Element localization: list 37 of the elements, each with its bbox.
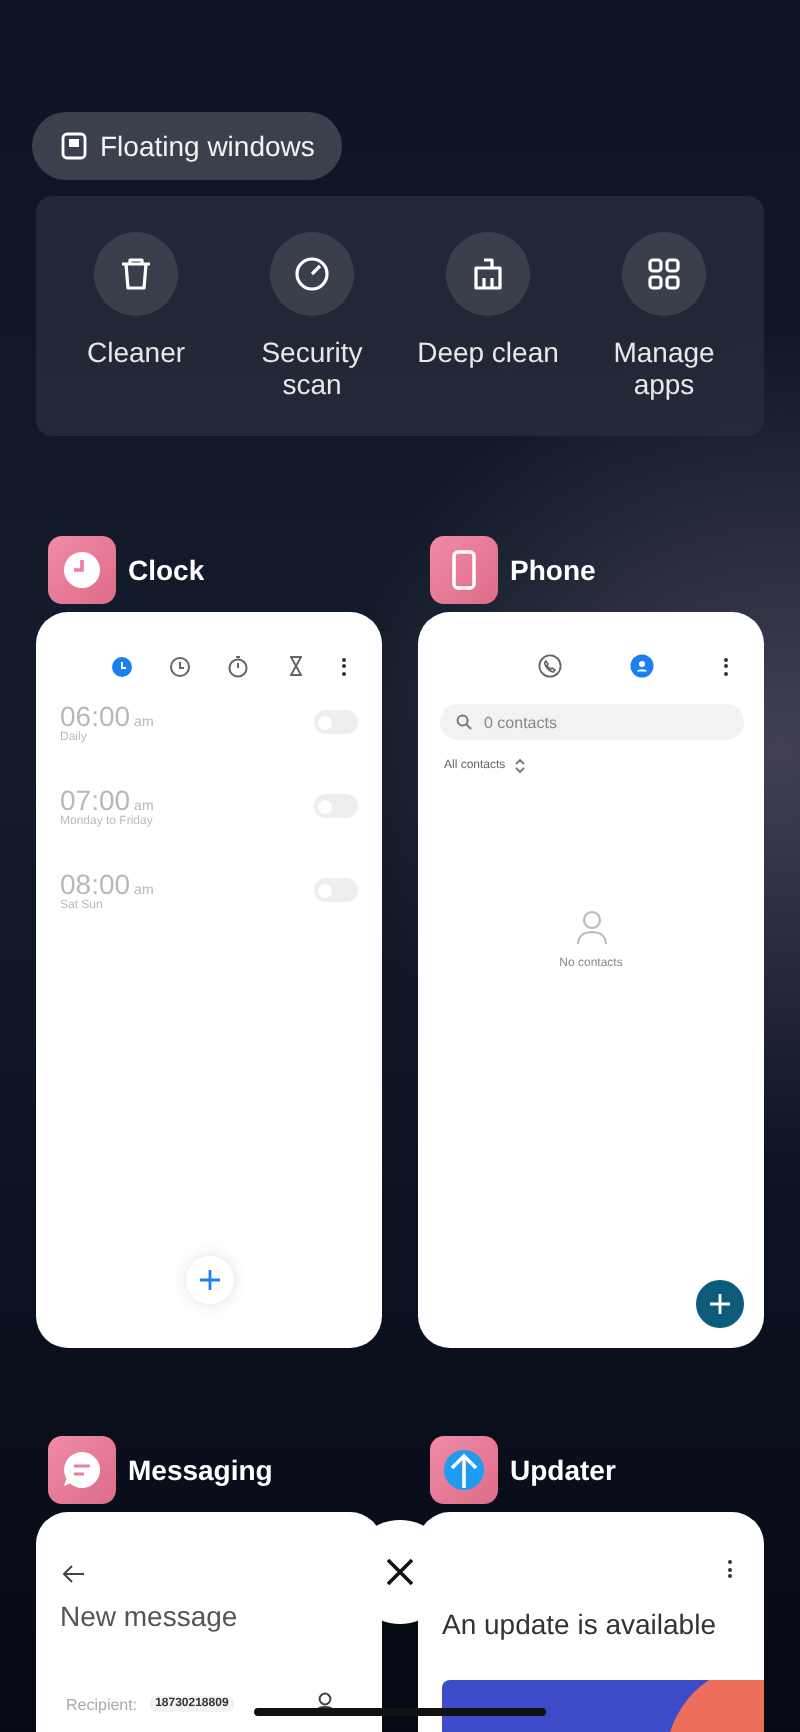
- add-button[interactable]: [696, 1280, 744, 1328]
- screen-title: An update is available: [442, 1608, 718, 1640]
- sort-icon: [513, 758, 526, 774]
- clock-app-icon[interactable]: [48, 536, 116, 604]
- quick-action-button[interactable]: Cleaner: [48, 196, 224, 436]
- broom-icon: [446, 232, 530, 316]
- quick-action-button[interactable]: Security scan: [224, 196, 400, 436]
- stopwatch-tab-icon[interactable]: [226, 654, 250, 678]
- quick-action-button[interactable]: Deep clean: [400, 196, 576, 436]
- app-name: Updater: [510, 1454, 616, 1486]
- app-name: Clock: [128, 554, 205, 586]
- person-icon: [575, 910, 607, 946]
- quick-action-button[interactable]: Manage apps: [576, 196, 752, 436]
- recipient-label: Recipient:: [66, 1695, 138, 1713]
- alarm-tab-icon[interactable]: [110, 654, 134, 678]
- phone-app-icon[interactable]: [430, 536, 498, 604]
- search-field[interactable]: 0 contacts: [440, 704, 744, 740]
- clock-tab-icon[interactable]: [168, 654, 192, 678]
- plus-icon: [198, 1268, 222, 1292]
- window-icon: [60, 132, 88, 160]
- app-name: Messaging: [128, 1454, 273, 1486]
- floating-windows-button[interactable]: Floating windows: [32, 112, 343, 180]
- app-name: Phone: [510, 554, 596, 586]
- plus-icon: [708, 1292, 732, 1316]
- trash-icon: [94, 232, 178, 316]
- messaging-app-icon[interactable]: [48, 1436, 116, 1504]
- timer-tab-icon[interactable]: [284, 654, 308, 678]
- phone-tab-icon[interactable]: [538, 654, 562, 678]
- updater-app-icon[interactable]: [430, 1436, 498, 1504]
- screen-title: New message: [60, 1600, 240, 1632]
- close-icon: [384, 1556, 416, 1588]
- app-preview-card[interactable]: An update is available: [418, 1512, 764, 1732]
- grid-icon: [622, 232, 706, 316]
- contacts-tab-icon[interactable]: [630, 654, 654, 678]
- add-button[interactable]: [186, 1256, 234, 1304]
- back-icon[interactable]: [62, 1564, 86, 1584]
- gauge-icon: [270, 232, 354, 316]
